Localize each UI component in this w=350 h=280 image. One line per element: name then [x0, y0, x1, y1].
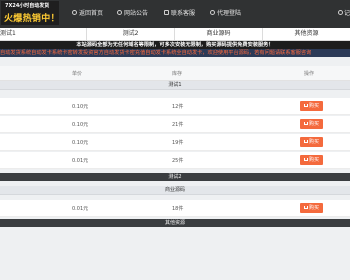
header-price: 单价	[72, 71, 83, 77]
nav-home-label: 返回首页	[79, 10, 104, 17]
top-nav-bar: 7X24小时自动发货 火爆热销中！ 返回首页 网站公告 联系客服 代理登陆 记	[0, 0, 350, 28]
buy-button[interactable]: 购买	[300, 101, 323, 111]
buy-button[interactable]: 购买	[300, 155, 323, 165]
header-stock: 库存	[172, 71, 183, 77]
stock-cell: 25件	[172, 158, 184, 164]
announcement-icon	[117, 10, 122, 15]
notice-banner: 本站源码全部为无任何域名等限制，可多次安装无限制，购买源码提供免费安装服务！	[0, 41, 350, 49]
price-cell: 0.01元	[72, 206, 89, 212]
nav-announcements-label: 网站公告	[124, 10, 149, 17]
logo-slogan: 火爆热销中！	[4, 14, 60, 24]
section-header-other-resources: 其他资源	[0, 219, 350, 227]
cart-icon	[303, 104, 308, 107]
nav-agent-login-label: 代理登陆	[217, 10, 242, 17]
nav-contact-label: 联系客服	[171, 10, 196, 17]
nav-agent-login[interactable]: 代理登陆	[210, 8, 241, 17]
stock-cell: 18件	[172, 206, 184, 212]
tab-commercial-source[interactable]: 商业源码	[175, 28, 263, 40]
user-icon	[337, 10, 343, 15]
nav-announcements[interactable]: 网站公告	[117, 8, 148, 17]
buy-button[interactable]: 购买	[300, 137, 323, 147]
cart-icon	[303, 140, 308, 143]
buy-label: 购买	[308, 157, 319, 163]
section-header-test2: 测试2	[0, 173, 350, 181]
buy-label: 购买	[308, 103, 319, 109]
scrolling-notice: 自动发货系统自动发卡系统卡密转发投资官方自动发货卡密充值自动发卡系统全自动发卡，…	[0, 49, 350, 57]
tab-test1[interactable]: 测试1	[0, 28, 87, 40]
buy-button[interactable]: 购买	[300, 203, 323, 213]
cart-icon	[303, 206, 308, 209]
home-icon	[72, 10, 77, 15]
table-header: 单价 库存 操作	[0, 66, 350, 81]
table-row: 0.10元 12件 购买	[0, 98, 350, 115]
cart-icon	[303, 158, 308, 161]
section-header-test1: 测试1	[0, 81, 350, 90]
nav-contact[interactable]: 联系客服	[164, 8, 195, 17]
buy-label: 购买	[308, 139, 319, 145]
table-row: 0.10元 21件 购买	[0, 116, 350, 133]
buy-label: 购买	[308, 121, 319, 127]
table-row: 0.10元 19件 购买	[0, 134, 350, 151]
section-header-commercial-source: 商业源码	[0, 186, 350, 195]
user-icon	[210, 10, 215, 15]
price-cell: 0.10元	[72, 104, 89, 110]
buy-button[interactable]: 购买	[300, 119, 323, 129]
user-login[interactable]: 记	[337, 8, 350, 17]
header-action: 操作	[304, 71, 315, 77]
user-login-label: 记	[343, 10, 350, 17]
table-row: 0.01元 25件 购买	[0, 152, 350, 169]
price-cell: 0.10元	[72, 122, 89, 128]
cart-icon	[303, 122, 308, 125]
category-tabs: 测试1 测试2 商业源码 其他资源	[0, 28, 350, 41]
price-cell: 0.01元	[72, 158, 89, 164]
nav-home[interactable]: 返回首页	[72, 8, 103, 17]
table-row: 0.01元 18件 购买	[0, 200, 350, 217]
tab-other-resources[interactable]: 其他资源	[263, 28, 350, 40]
buy-label: 购买	[308, 205, 319, 211]
logo-tagline: 7X24小时自动发货	[5, 3, 50, 9]
stock-cell: 12件	[172, 104, 184, 110]
price-cell: 0.10元	[72, 140, 89, 146]
tab-test2[interactable]: 测试2	[87, 28, 175, 40]
stock-cell: 21件	[172, 122, 184, 128]
contact-icon	[164, 10, 169, 15]
site-logo[interactable]: 7X24小时自动发货 火爆热销中！	[1, 1, 60, 25]
stock-cell: 19件	[172, 140, 184, 146]
